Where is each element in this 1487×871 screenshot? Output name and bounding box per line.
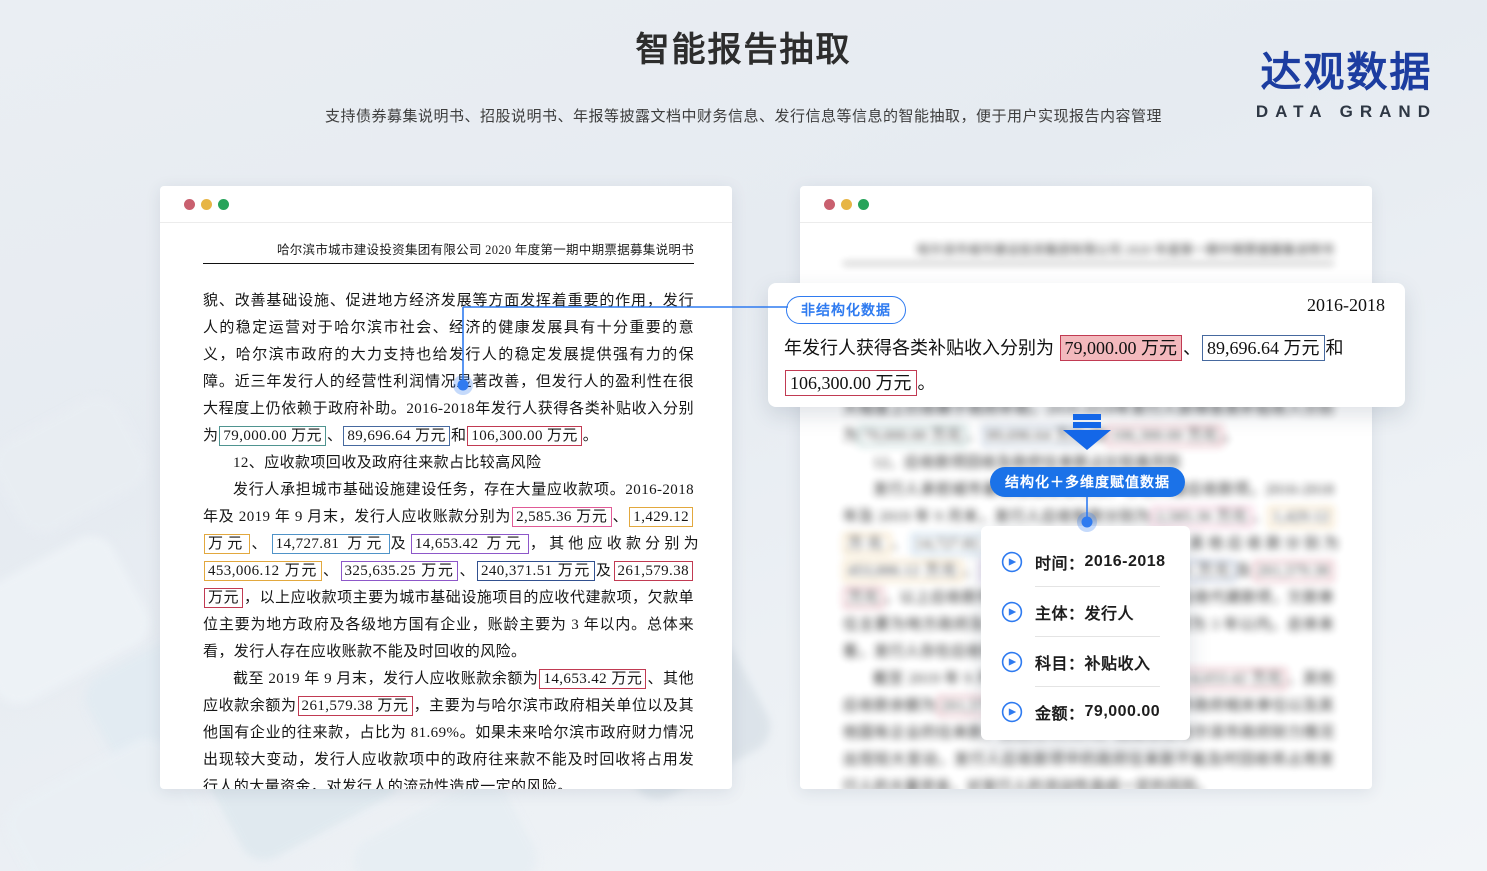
unstructured-data-badge: 非结构化数据 bbox=[786, 296, 906, 324]
extracted-value: 240,371.51 万元 bbox=[477, 561, 595, 581]
doc-paragraph: 截至 2019 年 9 月末，发行人应收账款余额为14,653.42 万元、其他… bbox=[203, 666, 694, 789]
extracted-value: 89,696.64 万元 bbox=[343, 426, 450, 446]
field-divider bbox=[1035, 686, 1160, 687]
extracted-value: 89,696.64 万元 bbox=[1202, 335, 1325, 361]
arrow-bar bbox=[1073, 422, 1101, 428]
text-run: ，其他应收款分别为 bbox=[1170, 536, 1339, 552]
extracted-value: 261,579.38 万元 bbox=[298, 696, 413, 716]
text-run: 、 bbox=[459, 563, 476, 579]
document-page: 哈尔滨市城市建设投资集团有限公司 2020 年度第一期中期票据募集说明书 貌、改… bbox=[160, 239, 732, 789]
text-run: 、 bbox=[1253, 509, 1269, 525]
window-minimize-button[interactable] bbox=[201, 199, 212, 210]
text-run: 、 bbox=[251, 536, 270, 552]
structured-field-row: 时间：2016-2018 bbox=[981, 538, 1190, 585]
brand-logo-cn: 达观数据 bbox=[1256, 38, 1437, 98]
extracted-value: 79,000.00 万元 bbox=[859, 426, 966, 446]
text-run: 及 bbox=[596, 563, 613, 579]
text-run: 和 bbox=[1326, 338, 1344, 358]
extracted-value: 2,585.36 万元 bbox=[1152, 507, 1252, 527]
extracted-value: 14,653.42 万元 bbox=[539, 669, 646, 689]
text-run: 、 bbox=[613, 509, 629, 525]
text-run: 、 bbox=[963, 563, 980, 579]
arrow-head bbox=[1063, 430, 1111, 450]
text-run: 。 bbox=[583, 428, 598, 444]
doc-paragraph: 发行人承担城市基础设施建设任务，存在大量应收款项。2016-2018 年及 20… bbox=[203, 477, 694, 666]
window-zoom-button[interactable] bbox=[218, 199, 229, 210]
calculator-key-shape bbox=[0, 388, 155, 542]
field-value: 2016-2018 bbox=[1085, 553, 1166, 571]
arrow-circle-icon bbox=[1001, 651, 1023, 673]
field-divider bbox=[1035, 636, 1160, 637]
field-label: 时间： bbox=[1035, 550, 1085, 574]
window-zoom-button[interactable] bbox=[858, 199, 869, 210]
text-run: ，以上应收款项主要为城市基础设施项目的应收代建款项，欠款单位主要为地方政府及各级… bbox=[203, 590, 694, 660]
document-header: 哈尔滨市城市建设投资集团有限公司 2020 年度第一期中期票据募集说明书 bbox=[203, 239, 694, 258]
arrow-circle-icon bbox=[1001, 701, 1023, 723]
structured-field-row: 科目：补贴收入 bbox=[981, 638, 1190, 685]
structured-field-row: 主体：发行人 bbox=[981, 588, 1190, 635]
extracted-value: 106,300.00 万元 bbox=[1107, 426, 1221, 446]
callout-sentence: 年发行人获得各类补贴收入分别为 79,000.00 万元、89,696.64 万… bbox=[784, 331, 1391, 401]
field-label: 主体： bbox=[1035, 600, 1085, 624]
text-run: 、 bbox=[323, 563, 340, 579]
document-header: 哈尔滨市城市建设投资集团有限公司 2020 年度第一期中期票据募集说明书 bbox=[843, 239, 1334, 258]
extracted-value: 2,585.36 万元 bbox=[512, 507, 612, 527]
brand-logo-en: DATA GRAND bbox=[1256, 102, 1437, 122]
extracted-value: 453,006.12 万元 bbox=[844, 561, 962, 581]
arrow-bar bbox=[1073, 414, 1101, 420]
field-divider bbox=[1035, 586, 1160, 587]
text-run: 、 bbox=[1183, 338, 1201, 358]
field-value: 发行人 bbox=[1085, 600, 1135, 624]
doc-paragraph: 12、应收款项回收及政府往来款占比较高风险 bbox=[203, 450, 694, 477]
extracted-value: 14,653.42 万元 bbox=[1179, 669, 1286, 689]
document-header-rule bbox=[203, 263, 694, 264]
window-minimize-button[interactable] bbox=[841, 199, 852, 210]
extracted-value: 79,000.00 万元 bbox=[219, 426, 326, 446]
extracted-value: 325,635.25 万元 bbox=[341, 561, 459, 581]
transform-arrow-icon bbox=[1063, 414, 1111, 450]
text-run: 、 bbox=[327, 428, 342, 444]
brand-logo: 达观数据 DATA GRAND bbox=[1256, 38, 1437, 122]
structured-data-card: 时间：2016-2018主体：发行人科目：补贴收入金额：79,000.00 bbox=[981, 526, 1190, 740]
extracted-value: 453,006.12 万元 bbox=[204, 561, 322, 581]
text-run: 年发行人获得各类补贴收入分别为 bbox=[784, 338, 1059, 358]
extracted-value: 14,653.42 万元 bbox=[411, 534, 529, 554]
unstructured-data-card: 非结构化数据 2016-2018 年发行人获得各类补贴收入分别为 79,000.… bbox=[768, 283, 1405, 407]
text-run: 和 bbox=[451, 428, 466, 444]
structured-field-row: 金额：79,000.00 bbox=[981, 688, 1190, 735]
extracted-value: 79,000.00 万元 bbox=[1060, 335, 1183, 361]
extracted-value: 14,727.81 万元 bbox=[272, 534, 390, 554]
text-run: 截至 2019 年 9 月末，发行人应收账款余额为 bbox=[233, 671, 538, 687]
document-header-rule bbox=[843, 263, 1334, 264]
callout-period: 2016-2018 bbox=[1307, 295, 1385, 316]
arrow-circle-icon bbox=[1001, 551, 1023, 573]
text-run: 。 bbox=[1223, 428, 1238, 444]
document-body: 貌、改善基础设施、促进地方经济发展等方面发挥着重要的作用，发行人的稳定运营对于哈… bbox=[203, 288, 694, 789]
field-value: 79,000.00 bbox=[1085, 703, 1161, 721]
text-run: 。 bbox=[918, 373, 936, 393]
text-run: 、 bbox=[967, 428, 982, 444]
extracted-value: 106,300.00 万元 bbox=[785, 370, 917, 396]
doc-paragraph: 貌、改善基础设施、促进地方经济发展等方面发挥着重要的作用，发行人的稳定运营对于哈… bbox=[203, 288, 694, 450]
text-run: 及 bbox=[391, 536, 410, 552]
structured-data-badge: 结构化＋多维度赋值数据 bbox=[990, 467, 1185, 497]
text-run: 貌、改善基础设施、促进地方经济发展等方面发挥着重要的作用，发行人的稳定运营对于哈… bbox=[203, 293, 694, 444]
window-titlebar bbox=[800, 186, 1372, 223]
arrow-circle-icon bbox=[1001, 601, 1023, 623]
text-run: 及 bbox=[1236, 563, 1253, 579]
field-label: 金额： bbox=[1035, 700, 1085, 724]
field-label: 科目： bbox=[1035, 650, 1085, 674]
window-close-button[interactable] bbox=[184, 199, 195, 210]
window-titlebar bbox=[160, 186, 732, 223]
text-run: ，其他应收款分别为 bbox=[530, 536, 699, 552]
text-run: 12、应收款项回收及政府往来款占比较高风险 bbox=[233, 455, 541, 471]
text-run: 、 bbox=[891, 536, 910, 552]
window-close-button[interactable] bbox=[824, 199, 835, 210]
field-value: 补贴收入 bbox=[1085, 650, 1151, 674]
extracted-value: 106,300.00 万元 bbox=[467, 426, 581, 446]
source-document-window: 哈尔滨市城市建设投资集团有限公司 2020 年度第一期中期票据募集说明书 貌、改… bbox=[160, 186, 732, 789]
